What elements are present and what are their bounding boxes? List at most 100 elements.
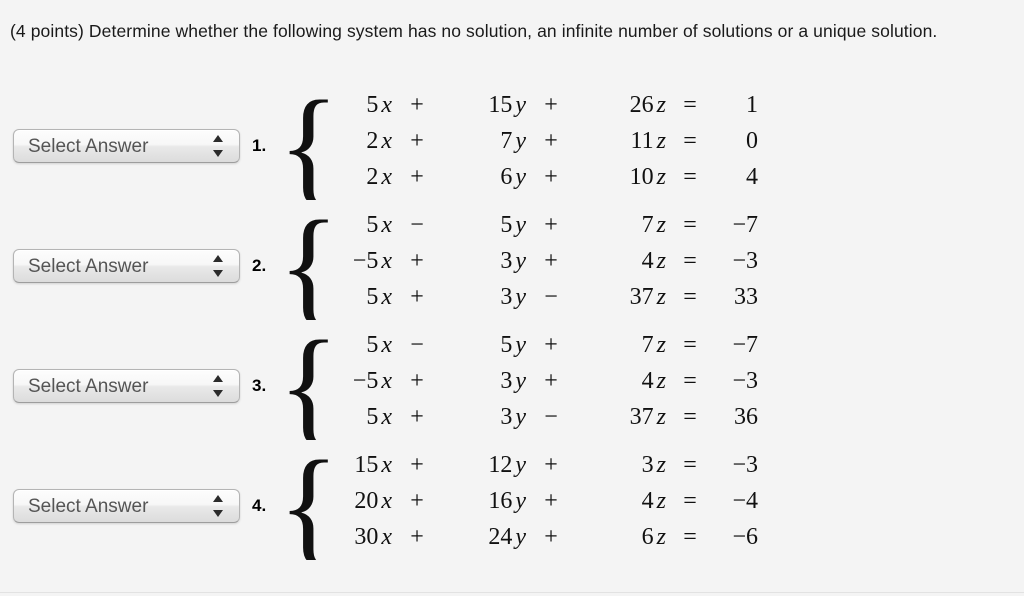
problem-list: Select Answer 1.{5 x +15 y +26 z = 1 2 x +7 y +11 z = 0 2… [0, 86, 1024, 566]
term-z: 4z [574, 368, 668, 395]
question-page: (4 points) Determine whether the followi… [0, 0, 1024, 596]
term-y: 3y [440, 368, 528, 395]
variable-x: x [381, 368, 392, 394]
variable-y: y [515, 92, 526, 118]
variable-z: z [656, 92, 666, 118]
select-stepper[interactable] [212, 375, 223, 397]
term-y: 15 y [440, 92, 528, 119]
equation-row: 30 x +24 y +6 z = −6 [306, 524, 758, 560]
equals-sign: = [683, 128, 697, 154]
variable-z: z [656, 164, 666, 190]
triangle-up-icon[interactable] [212, 375, 223, 382]
right-hand-side: −4 [732, 488, 758, 514]
coefficient-y: 3 [500, 368, 513, 394]
term-x: 5x [306, 332, 394, 359]
select-box[interactable]: Select Answer [13, 489, 240, 523]
triangle-down-icon[interactable] [212, 270, 223, 277]
answer-select-4[interactable]: Select Answer [13, 489, 240, 523]
equation-row: 20 x +16 y +4 z = −4 [306, 488, 758, 524]
triangle-down-icon[interactable] [212, 510, 223, 517]
operator-1: + [410, 452, 424, 478]
select-stepper[interactable] [212, 495, 223, 517]
problem-row: Select Answer 3.{5 x −5 y +7 z = −7 −5 x +3 y +4 z = −3 5… [0, 326, 1024, 446]
operator-2: + [544, 368, 558, 394]
equals-sign: = [683, 212, 697, 238]
right-hand-side: −3 [732, 452, 758, 478]
select-stepper[interactable] [212, 135, 223, 157]
operator-2: + [544, 452, 558, 478]
coefficient-y: 7 [500, 128, 513, 154]
triangle-up-icon[interactable] [212, 495, 223, 502]
equation-row: 2 x +6 y +10 z = 4 [306, 164, 758, 200]
term-x: 15 x [306, 452, 394, 479]
equation-row: −5 x +3 y +4 z = −3 [306, 368, 758, 404]
problem-row: Select Answer 2.{5 x −5 y +7 z = −7 −5 x +3 y +4 z = −3 5… [0, 206, 1024, 326]
term-y: 5y [440, 212, 528, 239]
coefficient-x: −5 [352, 368, 379, 394]
problem-index: 4. [252, 496, 267, 515]
variable-y: y [515, 488, 526, 514]
term-y: 12 y [440, 452, 528, 479]
select-box[interactable]: Select Answer [13, 369, 240, 403]
term-x: 2x [306, 128, 394, 155]
variable-x: x [381, 212, 392, 238]
answer-select-2[interactable]: Select Answer [13, 249, 240, 283]
variable-x: x [381, 128, 392, 154]
coefficient-y: 5 [500, 212, 513, 238]
triangle-up-icon[interactable] [212, 255, 223, 262]
variable-z: z [656, 212, 666, 238]
variable-z: z [656, 368, 666, 394]
term-y: 5y [440, 332, 528, 359]
term-y: 3y [440, 284, 528, 311]
variable-y: y [515, 404, 526, 430]
equals-sign: = [683, 488, 697, 514]
operator-2: + [544, 164, 558, 190]
coefficient-y: 3 [500, 404, 513, 430]
operator-2: + [544, 128, 558, 154]
variable-x: x [381, 524, 392, 550]
term-x: 30 x [306, 524, 394, 551]
coefficient-z: 4 [641, 248, 654, 274]
equation-row: 5 x −5 y +7 z = −7 [306, 212, 758, 248]
variable-z: z [656, 332, 666, 358]
term-z: 10 z [574, 164, 668, 191]
answer-select-1[interactable]: Select Answer [13, 129, 240, 163]
operator-1: + [410, 368, 424, 394]
term-x: −5 x [306, 248, 394, 275]
term-z: 37 z [574, 284, 668, 311]
variable-y: y [515, 368, 526, 394]
select-answer-label: Select Answer [28, 135, 149, 157]
operator-2: + [544, 212, 558, 238]
answer-select-3[interactable]: Select Answer [13, 369, 240, 403]
triangle-down-icon[interactable] [212, 150, 223, 157]
term-x: 5x [306, 212, 394, 239]
coefficient-x: 20 [354, 488, 379, 514]
select-box[interactable]: Select Answer [13, 129, 240, 163]
coefficient-z: 4 [641, 368, 654, 394]
variable-y: y [515, 164, 526, 190]
coefficient-y: 5 [500, 332, 513, 358]
term-y: 16 y [440, 488, 528, 515]
equation-row: −5 x +3 y +4 z = −3 [306, 248, 758, 284]
triangle-down-icon[interactable] [212, 390, 223, 397]
select-answer-label: Select Answer [28, 375, 149, 397]
operator-1: + [410, 284, 424, 310]
operator-2: + [544, 332, 558, 358]
question-prompt: (4 points) Determine whether the followi… [10, 21, 938, 41]
variable-z: z [656, 524, 666, 550]
triangle-up-icon[interactable] [212, 135, 223, 142]
select-box[interactable]: Select Answer [13, 249, 240, 283]
select-answer-label: Select Answer [28, 495, 149, 517]
variable-z: z [656, 488, 666, 514]
coefficient-x: 5 [366, 404, 379, 430]
coefficient-z: 4 [641, 488, 654, 514]
select-stepper[interactable] [212, 255, 223, 277]
term-y: 3y [440, 404, 528, 431]
variable-x: x [381, 452, 392, 478]
term-x: 20 x [306, 488, 394, 515]
variable-x: x [381, 332, 392, 358]
coefficient-y: 3 [500, 284, 513, 310]
equals-sign: = [683, 284, 697, 310]
coefficient-z: 11 [630, 128, 654, 154]
equation-row: 2 x +7 y +11 z = 0 [306, 128, 758, 164]
